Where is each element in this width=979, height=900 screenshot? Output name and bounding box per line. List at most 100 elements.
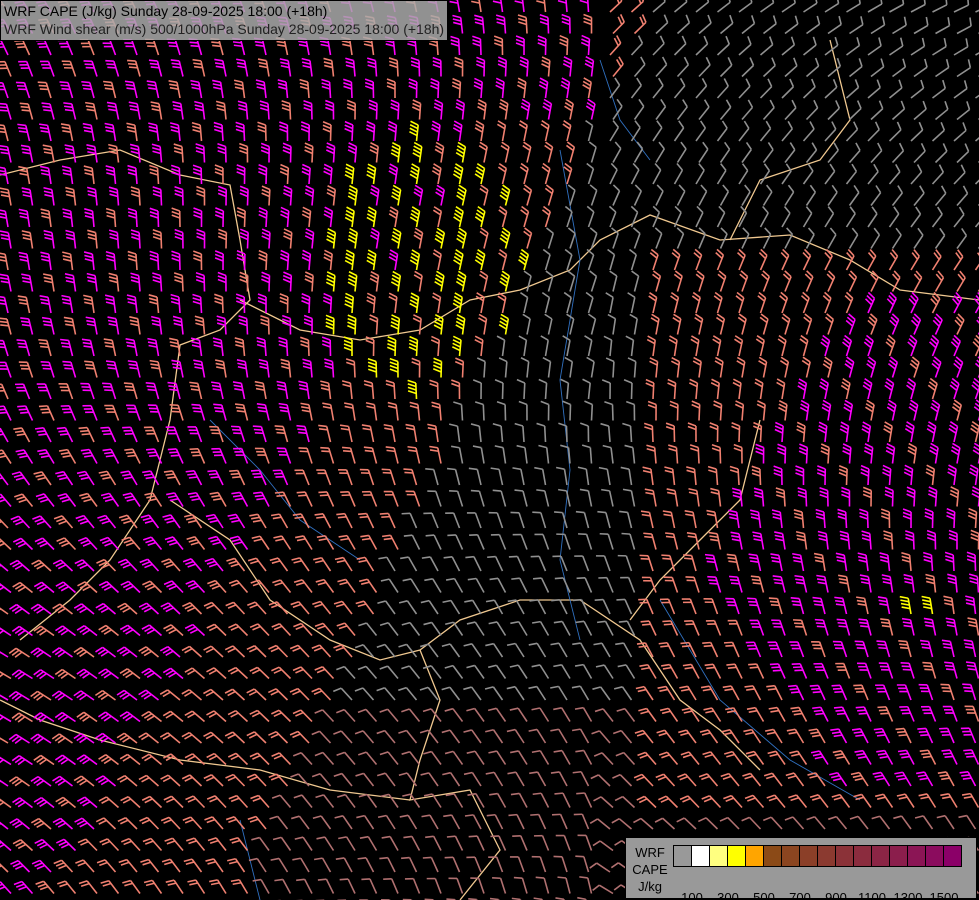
wind-barb (141, 795, 163, 809)
wind-barb (553, 620, 571, 636)
wind-barb (523, 184, 533, 206)
wind-barb (708, 531, 722, 550)
wind-barb (629, 313, 638, 335)
wind-barb (750, 575, 765, 593)
wind-barb (247, 601, 267, 615)
wind-barb (217, 228, 228, 249)
wind-barb (301, 249, 312, 271)
wind-barb (0, 166, 9, 185)
wind-barb (771, 509, 783, 529)
wind-barb (427, 490, 442, 507)
wind-barb (123, 382, 138, 400)
wind-barb (170, 164, 181, 185)
wind-barb (300, 402, 313, 421)
wind-barb (865, 399, 875, 421)
wind-barb (867, 163, 879, 185)
wind-barb (612, 98, 623, 120)
wind-barb (304, 228, 315, 249)
wind-barb (778, 399, 788, 421)
wind-barb (926, 421, 937, 443)
wind-barb (250, 794, 270, 809)
wind-barb (143, 426, 160, 443)
wind-barb (387, 401, 399, 421)
wind-barb (615, 642, 633, 658)
wind-barb (528, 728, 547, 744)
wind-barb (76, 625, 98, 637)
wind-barb (466, 856, 482, 873)
wind-barb (451, 379, 461, 400)
wind-barb (203, 731, 224, 744)
wind-barb (170, 293, 181, 314)
wind-barb (772, 575, 786, 593)
wind-barb (252, 878, 270, 894)
wind-barb (433, 313, 444, 335)
wind-barb (463, 686, 482, 701)
weather-map: WRF CAPE (J/kg) Sunday 28-09-2025 18:00 … (0, 0, 979, 900)
wind-barb (926, 529, 937, 550)
wind-barb (117, 558, 138, 572)
wind-barb (363, 379, 375, 400)
wind-barb (512, 467, 525, 486)
wind-barb (429, 379, 439, 400)
wind-barb (533, 834, 550, 851)
wind-barb (731, 487, 743, 507)
wind-barb (237, 100, 249, 120)
wind-barb (165, 879, 184, 894)
wind-barb (538, 378, 548, 400)
wind-barb (450, 35, 461, 56)
wind-barb (423, 750, 442, 765)
wind-barb (602, 444, 614, 464)
map-title: WRF CAPE (J/kg) Sunday 28-09-2025 18:00 … (0, 0, 449, 41)
wind-barb (324, 358, 335, 378)
wind-barb (601, 488, 614, 507)
wind-barb (470, 877, 485, 894)
wind-barb (936, 814, 955, 830)
wind-barb (120, 580, 141, 594)
wind-barb (87, 229, 98, 249)
wind-barb (633, 773, 654, 787)
wind-barb (922, 551, 934, 572)
wind-barb (970, 529, 979, 550)
wind-barb (344, 206, 355, 228)
wind-barb (723, 794, 743, 809)
wind-barb (492, 0, 504, 13)
wind-barb (732, 378, 742, 400)
wind-barb (923, 617, 937, 636)
wind-barb (464, 599, 482, 615)
wind-barb (956, 227, 968, 249)
wind-barb (76, 470, 95, 486)
wind-barb (913, 185, 925, 207)
wind-barb (272, 579, 292, 593)
wind-barb (321, 78, 332, 99)
wind-barb (508, 813, 525, 830)
wind-barb (704, 553, 719, 572)
wind-barb (344, 292, 355, 314)
wind-barb (553, 749, 571, 765)
wind-barb (326, 227, 337, 249)
wind-barb (895, 727, 912, 744)
wind-barb (978, 67, 979, 78)
wind-barb (466, 621, 485, 636)
wind-barb (145, 382, 160, 400)
wind-barb (0, 405, 12, 421)
wind-barb (17, 123, 31, 142)
title-cape: WRF CAPE (J/kg) Sunday 28-09-2025 18:00 … (4, 3, 328, 19)
country-border (99, 739, 411, 801)
wind-barb (54, 668, 76, 680)
wind-barb (246, 688, 267, 701)
wind-barb (33, 669, 55, 680)
wind-barb (767, 750, 786, 765)
wind-barb (843, 399, 854, 421)
wind-barb (401, 665, 421, 679)
wind-barb (673, 0, 688, 13)
wind-barb (323, 206, 334, 228)
wind-barb (665, 532, 679, 550)
wind-barb (790, 706, 808, 722)
wind-barb (369, 184, 380, 206)
wind-barb (279, 293, 289, 314)
wind-barb (208, 535, 227, 550)
wind-barb (185, 580, 206, 594)
wind-barb (35, 427, 52, 443)
wind-barb (698, 184, 708, 206)
wind-barb (638, 707, 657, 722)
